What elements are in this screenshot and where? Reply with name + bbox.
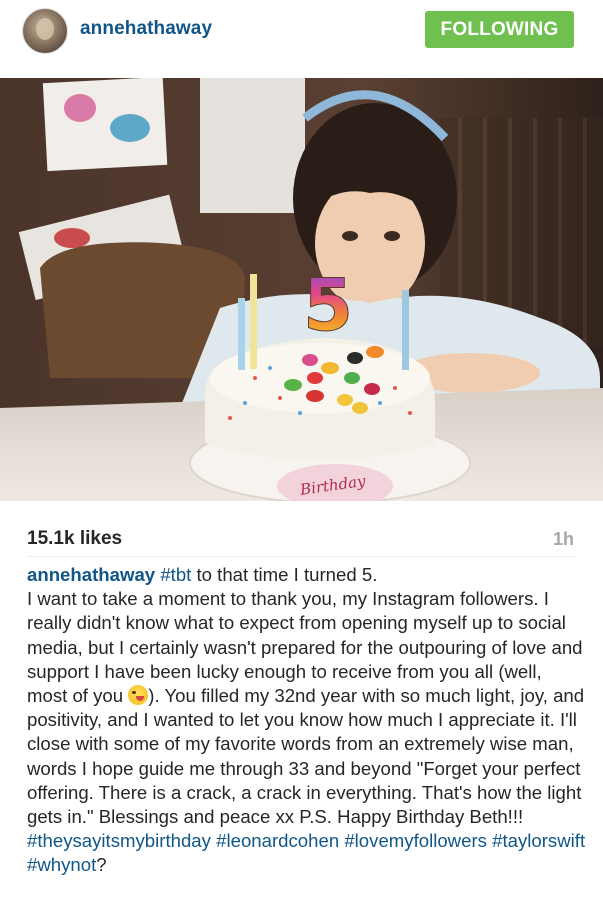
- avatar-face: [36, 18, 54, 40]
- winking-tongue-emoji-icon: [128, 685, 149, 706]
- caption-text-1: to that time I turned 5.: [191, 564, 378, 585]
- divider: [27, 556, 576, 557]
- username-link[interactable]: annehathaway: [80, 18, 212, 40]
- hashtag-lovemyfollowers[interactable]: #lovemyfollowers: [344, 830, 487, 851]
- hashtag-taylorswift[interactable]: #taylorswift: [492, 830, 585, 851]
- hashtag-tbt[interactable]: #tbt: [160, 564, 191, 585]
- post-header: annehathaway FOLLOWING: [0, 0, 603, 78]
- post-timestamp[interactable]: 1h: [553, 529, 574, 550]
- caption-end: ?: [96, 854, 107, 876]
- post-caption: annehathaway #tbt to that time I turned …: [27, 563, 587, 878]
- hashtag-theysayitsmybirthday[interactable]: #theysayitsmybirthday: [27, 830, 211, 851]
- caption-username[interactable]: annehathaway: [27, 564, 155, 585]
- avatar[interactable]: [22, 8, 68, 54]
- hashtag-leonardcohen[interactable]: #leonardcohen: [216, 830, 339, 851]
- likes-count[interactable]: 15.1k likes: [27, 528, 122, 550]
- hashtag-whynot[interactable]: #whynot: [27, 854, 96, 875]
- caption-text-3: ). You filled my 32nd year with so much …: [27, 685, 585, 828]
- candle-number: 5: [303, 263, 353, 347]
- birthday-photo-illustration: 5 Birthday: [0, 78, 603, 501]
- post-photo[interactable]: 5 Birthday: [0, 78, 603, 501]
- following-button[interactable]: FOLLOWING: [425, 11, 574, 48]
